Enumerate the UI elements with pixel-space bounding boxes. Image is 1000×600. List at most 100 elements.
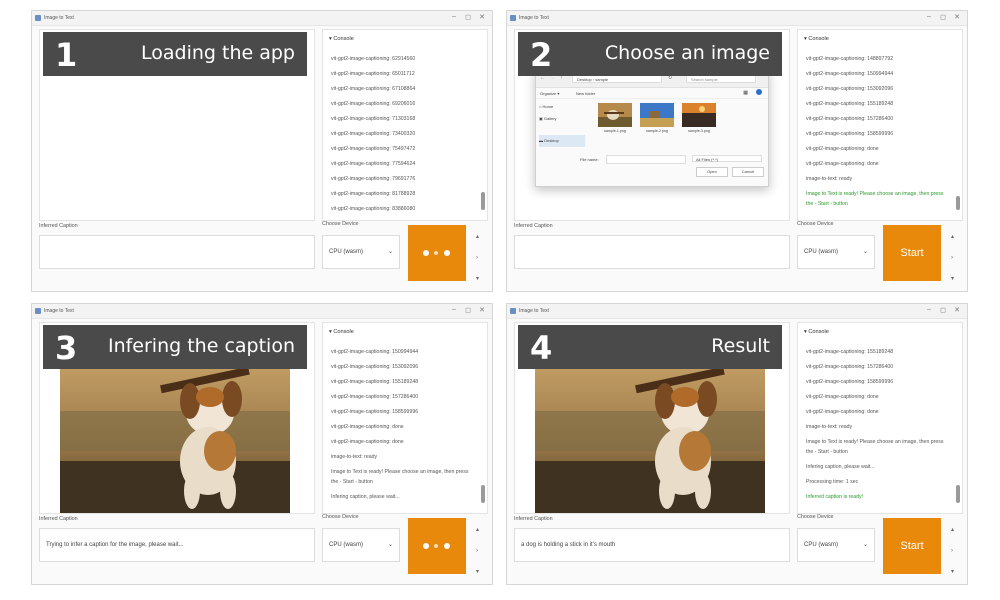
dog-photo xyxy=(535,351,765,513)
loading-dots-icon xyxy=(408,518,466,574)
cancel-button[interactable]: Cancel xyxy=(732,167,764,177)
start-button[interactable]: Start xyxy=(883,518,941,574)
console-line: vit-gpt2-image-captioning: 75497472 xyxy=(331,146,416,152)
console-done-message: Inferred caption is ready! xyxy=(806,494,864,500)
file-name: sample-1.png xyxy=(604,129,626,133)
minimize-icon[interactable]: – xyxy=(448,306,460,313)
close-icon[interactable]: ✕ xyxy=(476,13,488,21)
scroll-down-icon[interactable]: ▾ xyxy=(951,275,954,282)
device-select[interactable]: CPU (wasm) ⌄ xyxy=(322,235,400,269)
scroll-down-icon[interactable]: ▾ xyxy=(476,275,479,282)
organize-button[interactable]: Organize ▾ xyxy=(540,91,559,96)
file-thumbnail-3[interactable] xyxy=(682,103,716,127)
console-line: vit-gpt2-image-captioning: 155189248 xyxy=(806,349,894,355)
scroll-up-icon[interactable]: ▴ xyxy=(476,526,479,533)
window-title: Image to Text xyxy=(519,308,549,314)
view-options-icon[interactable]: ▦ xyxy=(743,90,748,96)
minimize-icon[interactable]: – xyxy=(448,13,460,20)
dialog-path[interactable]: Desktop › sample xyxy=(572,75,662,83)
console-line: vit-gpt2-image-captioning: 157286400 xyxy=(331,394,419,400)
title-bar: Image to Text – ◻ ✕ xyxy=(32,304,492,319)
image-drop-area[interactable]: 2 Choose an image ← → ↑ Desktop › sample… xyxy=(514,29,790,221)
nav-item-desktop[interactable]: ▬ Desktop xyxy=(539,135,585,147)
console-panel: ▾ Console vit-gpt2-image-captioning: 629… xyxy=(322,29,488,221)
scroll-right-icon[interactable]: › xyxy=(476,255,478,261)
file-thumbnail-2[interactable] xyxy=(640,103,674,127)
title-bar: Image to Text – ◻ ✕ xyxy=(507,11,967,26)
console-scrollbar[interactable] xyxy=(956,60,960,210)
console-scrollbar[interactable] xyxy=(956,353,960,503)
start-button[interactable]: Start xyxy=(883,225,941,281)
console-header[interactable]: ▾ Console xyxy=(804,36,829,42)
help-icon[interactable] xyxy=(756,89,762,95)
image-drop-area[interactable]: 4 Result xyxy=(514,322,790,514)
scroll-down-icon[interactable]: ▾ xyxy=(476,568,479,575)
device-label: Choose Device xyxy=(797,514,834,520)
scroll-up-icon[interactable]: ▴ xyxy=(476,233,479,240)
console-line: vit-gpt2-image-captioning: done xyxy=(806,394,879,400)
maximize-icon[interactable]: ◻ xyxy=(462,306,474,314)
console-lines: vit-gpt2-image-captioning: 150994944 vit… xyxy=(331,345,473,505)
dialog-search-input[interactable]: Search sample xyxy=(686,75,756,83)
file-name: sample-2.png xyxy=(646,129,668,133)
image-drop-area[interactable]: 3 Infering the caption xyxy=(39,322,315,514)
filename-input[interactable] xyxy=(606,155,686,164)
nav-item-home[interactable]: ⌂ Home xyxy=(539,101,585,113)
file-thumbnail-1[interactable] xyxy=(598,103,632,127)
filetype-select[interactable]: All Files (*.*) xyxy=(692,155,762,162)
console-panel: ▾ Console vit-gpt2-image-captioning: 155… xyxy=(797,322,963,514)
console-lines: vit-gpt2-image-captioning: 155189248 vit… xyxy=(806,345,948,505)
image-drop-area[interactable]: 1 Loading the app xyxy=(39,29,315,221)
console-line: vit-gpt2-image-captioning: done xyxy=(806,409,879,415)
console-scrollbar[interactable] xyxy=(481,60,485,210)
step-label: Infering the caption xyxy=(107,335,295,357)
app-icon xyxy=(35,15,41,21)
console-line: vit-gpt2-image-captioning: 71303168 xyxy=(331,116,416,122)
caption-output: a dog is holding a stick in it's mouth xyxy=(514,528,790,562)
maximize-icon[interactable]: ◻ xyxy=(937,306,949,314)
console-header[interactable]: ▾ Console xyxy=(804,329,829,335)
device-select[interactable]: CPU (wasm) ⌄ xyxy=(797,528,875,562)
step-label: Result xyxy=(711,335,770,357)
console-line: vit-gpt2-image-captioning: 148897792 xyxy=(806,56,894,62)
console-line: vit-gpt2-image-captioning: 158599996 xyxy=(806,131,894,137)
scroll-down-icon[interactable]: ▾ xyxy=(951,568,954,575)
start-button-loading[interactable] xyxy=(408,225,466,281)
scroll-right-icon[interactable]: › xyxy=(951,548,953,554)
minimize-icon[interactable]: – xyxy=(923,306,935,313)
close-icon[interactable]: ✕ xyxy=(951,13,963,21)
console-line: vit-gpt2-image-captioning: 157286400 xyxy=(806,116,894,122)
scroll-up-icon[interactable]: ▴ xyxy=(951,526,954,533)
console-header[interactable]: ▾ Console xyxy=(329,329,354,335)
start-button-loading[interactable] xyxy=(408,518,466,574)
device-select[interactable]: CPU (wasm) ⌄ xyxy=(797,235,875,269)
console-line: vit-gpt2-image-captioning: done xyxy=(806,161,879,167)
console-line: vit-gpt2-image-captioning: 157286400 xyxy=(806,364,894,370)
maximize-icon[interactable]: ◻ xyxy=(937,13,949,21)
console-line: vit-gpt2-image-captioning: 67108864 xyxy=(331,86,416,92)
close-icon[interactable]: ✕ xyxy=(951,306,963,314)
console-line: Image to Text is ready! Please choose an… xyxy=(806,439,944,455)
close-icon[interactable]: ✕ xyxy=(476,306,488,314)
app-window-step-4: Image to Text – ◻ ✕ 4 Result ▾ Console v… xyxy=(506,303,968,585)
console-scrollbar[interactable] xyxy=(481,353,485,503)
minimize-icon[interactable]: – xyxy=(923,13,935,20)
scroll-right-icon[interactable]: › xyxy=(476,548,478,554)
console-line: Processing time: 1 sec xyxy=(806,479,859,485)
title-bar: Image to Text – ◻ ✕ xyxy=(507,304,967,319)
file-name: sample-3.png xyxy=(688,129,710,133)
scroll-right-icon[interactable]: › xyxy=(951,255,953,261)
scroll-up-icon[interactable]: ▴ xyxy=(951,233,954,240)
nav-item-gallery[interactable]: ▣ Gallery xyxy=(539,113,585,125)
console-line: vit-gpt2-image-captioning: 155189248 xyxy=(806,101,894,107)
loading-dots-icon xyxy=(408,225,466,281)
app-window-step-1: Image to Text – ◻ ✕ 1 Loading the app ▾ … xyxy=(31,10,493,292)
device-select[interactable]: CPU (wasm) ⌄ xyxy=(322,528,400,562)
maximize-icon[interactable]: ◻ xyxy=(462,13,474,21)
open-button[interactable]: Open xyxy=(696,167,728,177)
step-number: 3 xyxy=(55,329,78,367)
new-folder-button[interactable]: New folder xyxy=(576,91,595,96)
console-header[interactable]: ▾ Console xyxy=(329,36,354,42)
console-panel: ▾ Console vit-gpt2-image-captioning: 150… xyxy=(322,322,488,514)
console-line: Image to Text is ready! Please choose an… xyxy=(331,469,469,485)
